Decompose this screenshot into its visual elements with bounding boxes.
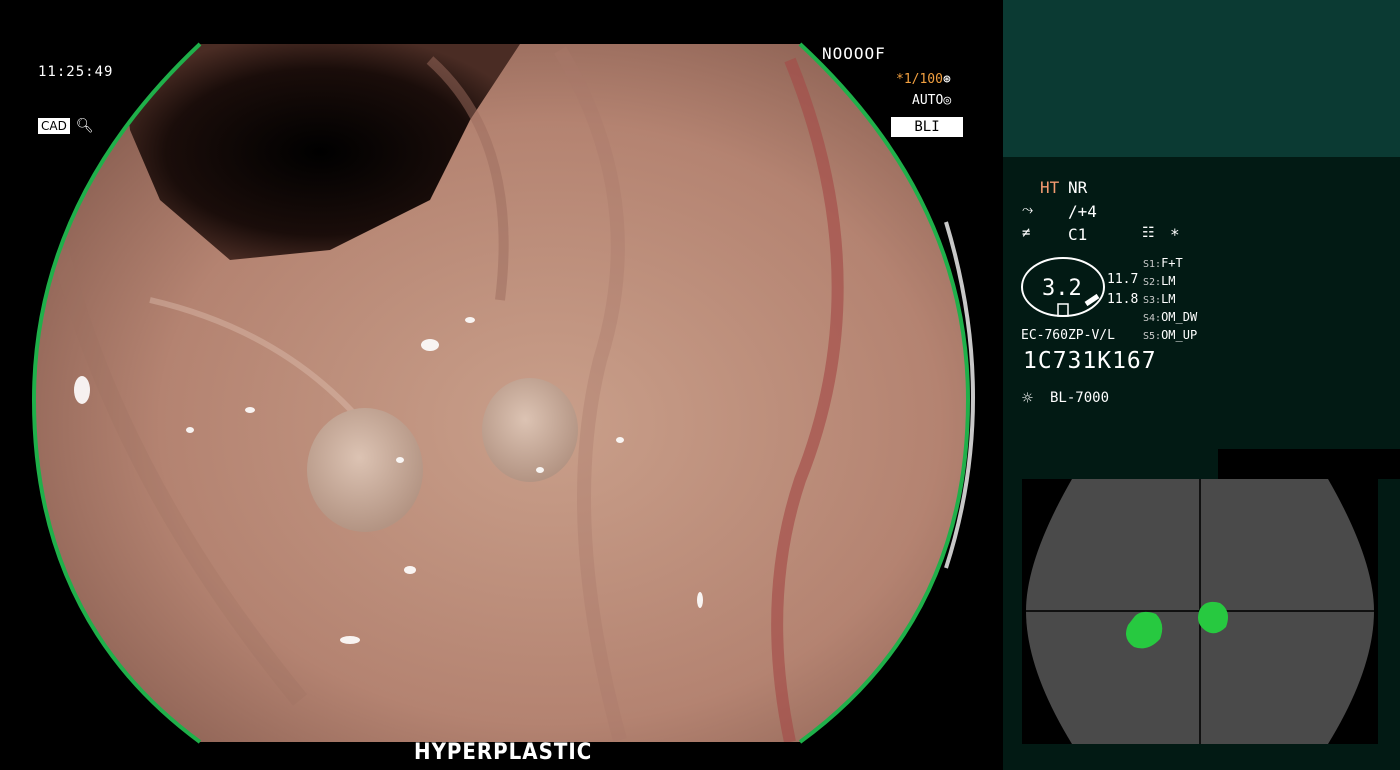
shutter-icon: ⊛: [942, 72, 951, 87]
zoom-value: 3.2: [1042, 276, 1082, 301]
switch-3-value: LM: [1161, 292, 1176, 306]
scope-model: EC-760ZP-V/L: [1021, 328, 1115, 343]
value-bottom: 11.8: [1107, 292, 1139, 307]
menu-list-icon: ☷: [1142, 225, 1155, 241]
switch-4: S4:OM_DW: [1143, 310, 1197, 324]
enhance-icon: ⤳: [1022, 202, 1034, 218]
iris-icon: ◎: [943, 93, 952, 108]
switch-1-key: S1:: [1143, 259, 1162, 270]
star-indicator: *: [1170, 225, 1180, 244]
switch-2-key: S2:: [1143, 277, 1162, 288]
enhance-value: /+4: [1068, 202, 1097, 221]
switch-3: S3:LM: [1143, 292, 1176, 306]
cad-label: CAD: [38, 118, 70, 134]
switch-2-value: LM: [1161, 274, 1176, 288]
switch-5-value: OM_UP: [1161, 328, 1198, 342]
switch-4-value: OM_DW: [1161, 310, 1198, 324]
switch-4-key: S4:: [1143, 313, 1162, 324]
switch-3-key: S3:: [1143, 295, 1162, 306]
magnifier-icon: 🔍︎: [75, 118, 94, 134]
nr-label: NR: [1068, 178, 1088, 197]
switch-1: S1:F+T: [1143, 256, 1183, 270]
iris-mode: AUTO◎: [912, 93, 951, 108]
detection-map: [1022, 479, 1378, 744]
switch-2: S2:LM: [1143, 274, 1176, 288]
light-mode-badge[interactable]: BLI: [891, 117, 963, 137]
thumbnail-area: [1003, 0, 1400, 157]
cad-classification: HYPERPLASTIC: [414, 740, 593, 765]
scope-serial: 1C731K167: [1023, 348, 1157, 374]
detection-map-graphic: [1026, 479, 1374, 744]
patient-id: NOOOOF: [822, 44, 886, 63]
ht-label: HT: [1040, 178, 1060, 197]
endoscope-view[interactable]: [0, 0, 1000, 770]
endoscope-image: [31, 42, 975, 744]
switch-5-key: S5:: [1143, 331, 1162, 342]
iris-mode-value: AUTO: [912, 93, 944, 108]
switch-1-value: F+T: [1161, 256, 1183, 270]
cad-indicator[interactable]: CAD 🔍︎: [38, 118, 94, 134]
color-icon: ≠: [1022, 225, 1031, 241]
color-value: C1: [1068, 225, 1088, 244]
switch-5: S5:OM_UP: [1143, 328, 1197, 342]
detection-map-header: [1218, 449, 1400, 479]
shutter-speed: *1/100⊛: [896, 72, 951, 87]
clock-time: 11:25:49: [38, 64, 114, 80]
light-source-icon: ☼: [1022, 388, 1033, 409]
light-source: BL-7000: [1050, 390, 1110, 406]
value-top: 11.7: [1107, 272, 1139, 287]
shutter-value: *1/100: [896, 72, 943, 87]
